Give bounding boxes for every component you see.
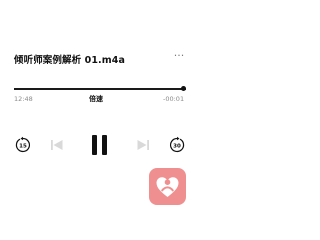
speed-button[interactable]: 倍速 <box>89 94 103 104</box>
progress-thumb[interactable] <box>181 86 186 91</box>
heart-app-icon[interactable] <box>149 168 186 205</box>
previous-track-icon[interactable] <box>50 139 64 151</box>
pause-icon[interactable] <box>90 134 110 156</box>
elapsed-time: 12:48 <box>14 95 33 103</box>
audio-player: 倾听师案例解析 01.m4a ··· 12:48 倍速 -00:01 15 30 <box>0 0 200 218</box>
rewind-15-icon[interactable]: 15 <box>14 136 32 154</box>
progress-track[interactable] <box>14 88 186 90</box>
next-track-icon[interactable] <box>136 139 150 151</box>
heart-icon <box>156 177 179 197</box>
rewind-15-label: 15 <box>19 144 27 150</box>
track-title: 倾听师案例解析 01.m4a <box>14 55 125 66</box>
forward-30-label: 30 <box>173 144 181 150</box>
forward-30-icon[interactable]: 30 <box>168 136 186 154</box>
more-dots-icon[interactable]: ··· <box>170 50 188 65</box>
remaining-time: -00:01 <box>163 95 185 103</box>
